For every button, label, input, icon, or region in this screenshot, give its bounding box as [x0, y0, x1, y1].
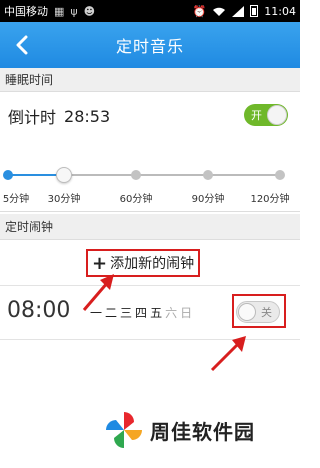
battery-icon	[250, 5, 259, 17]
back-button[interactable]	[8, 30, 36, 60]
day-sat: 六	[165, 306, 178, 320]
title-bar: 定时音乐	[0, 22, 300, 68]
toggle-off-label: 关	[261, 306, 272, 319]
slider-stop-90[interactable]	[203, 170, 213, 180]
slider-label-120: 120分钟	[250, 194, 290, 205]
android-icon: ☻	[83, 4, 96, 18]
alarm-section-title: 定时闹钟	[5, 220, 54, 234]
status-bar: 中国移动 ▦ ψ ☻ ⏰ 11:04	[0, 0, 300, 22]
countdown-value: 28:53	[64, 106, 111, 126]
add-alarm-label: 添加新的闹钟	[110, 256, 195, 272]
duration-slider[interactable]: 5分钟 30分钟 60分钟 90分钟 120分钟	[0, 140, 300, 212]
slider-stop-120[interactable]	[275, 170, 285, 180]
wifi-icon	[213, 7, 226, 16]
alarm-icon: ⏰	[192, 4, 207, 18]
slider-thumb[interactable]	[56, 167, 72, 183]
grid-icon: ▦	[54, 4, 65, 18]
alarm-toggle[interactable]: 关	[236, 301, 280, 323]
countdown-label: 倒计时	[8, 108, 57, 127]
slider-label-60: 60分钟	[119, 194, 153, 205]
slider-label-90: 90分钟	[191, 194, 225, 205]
usb-icon: ψ	[70, 4, 78, 18]
slider-stop-5[interactable]	[3, 170, 13, 180]
slider-label-5: 5分钟	[2, 194, 30, 205]
day-wed: 三	[120, 306, 133, 320]
alarm-section-header: 定时闹钟	[0, 214, 300, 240]
day-fri: 五	[150, 306, 163, 320]
slider-track	[64, 174, 280, 176]
sleep-section-title: 睡眠时间	[5, 73, 54, 87]
carrier-name: 中国移动	[4, 5, 48, 18]
notification-icons: ▦ ψ ☻	[54, 5, 95, 18]
toggle-knob	[267, 105, 287, 125]
system-icons: ⏰ 11:04	[193, 5, 296, 18]
chevron-left-icon	[16, 35, 28, 55]
annotation-arrow-icon	[82, 274, 114, 311]
pinwheel-logo-icon	[106, 412, 142, 448]
watermark: 周佳软件园	[104, 410, 255, 450]
toggle-knob	[238, 303, 256, 321]
slider-label-30: 30分钟	[47, 194, 81, 205]
slider-stop-60[interactable]	[131, 170, 141, 180]
alarm-time: 08:00	[7, 298, 71, 323]
day-sun: 日	[180, 306, 193, 320]
watermark-text: 周佳软件园	[150, 419, 255, 444]
add-alarm-row: + 添加新的闹钟	[0, 240, 300, 286]
page-title: 定时音乐	[115, 37, 184, 56]
sleep-timer-toggle[interactable]: 开	[244, 104, 288, 126]
clock: 11:04	[264, 4, 296, 18]
sleep-section-header: 睡眠时间	[0, 68, 300, 92]
annotation-arrow-icon	[210, 336, 246, 372]
signal-icon	[232, 5, 245, 17]
day-thu: 四	[135, 306, 148, 320]
toggle-on-label: 开	[251, 109, 262, 122]
